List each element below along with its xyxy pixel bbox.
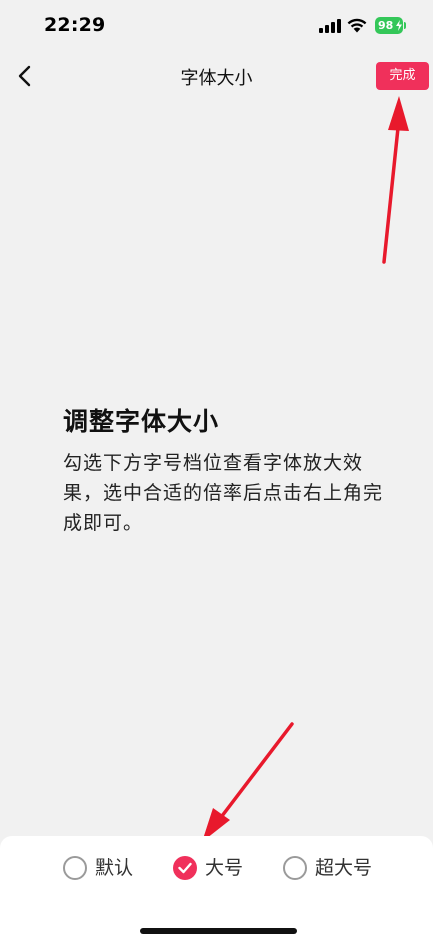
- content-heading: 调整字体大小: [63, 407, 220, 436]
- battery-cap: [404, 22, 406, 29]
- content-description: 勾选下方字号档位查看字体放大效果，选中合适的倍率后点击右上角完成即可。: [63, 452, 384, 534]
- wifi-icon: [347, 18, 367, 33]
- arrow-to-option-icon: [202, 722, 294, 842]
- status-bar: 22:29 98: [0, 0, 433, 52]
- status-time: 22:29: [44, 14, 106, 36]
- option-label: 默认: [95, 857, 134, 879]
- radio-checked-icon[interactable]: [173, 856, 197, 880]
- radio-unchecked-icon[interactable]: [283, 856, 307, 880]
- done-button[interactable]: 完成: [376, 62, 429, 90]
- option-label: 超大号: [315, 857, 373, 879]
- battery-icon: 98: [375, 17, 407, 34]
- arrow-to-done-icon: [382, 96, 409, 264]
- cellular-signal-icon: [319, 19, 341, 33]
- font-size-options-panel: 默认 大号 超大号: [0, 836, 433, 939]
- nav-bar: 字体大小 完成: [0, 52, 433, 100]
- charging-bolt-icon: [396, 20, 402, 31]
- checkmark-icon: [178, 862, 192, 874]
- page-title: 字体大小: [180, 68, 253, 89]
- radio-unchecked-icon[interactable]: [63, 856, 87, 880]
- option-label: 大号: [205, 857, 244, 879]
- home-indicator: [140, 928, 297, 934]
